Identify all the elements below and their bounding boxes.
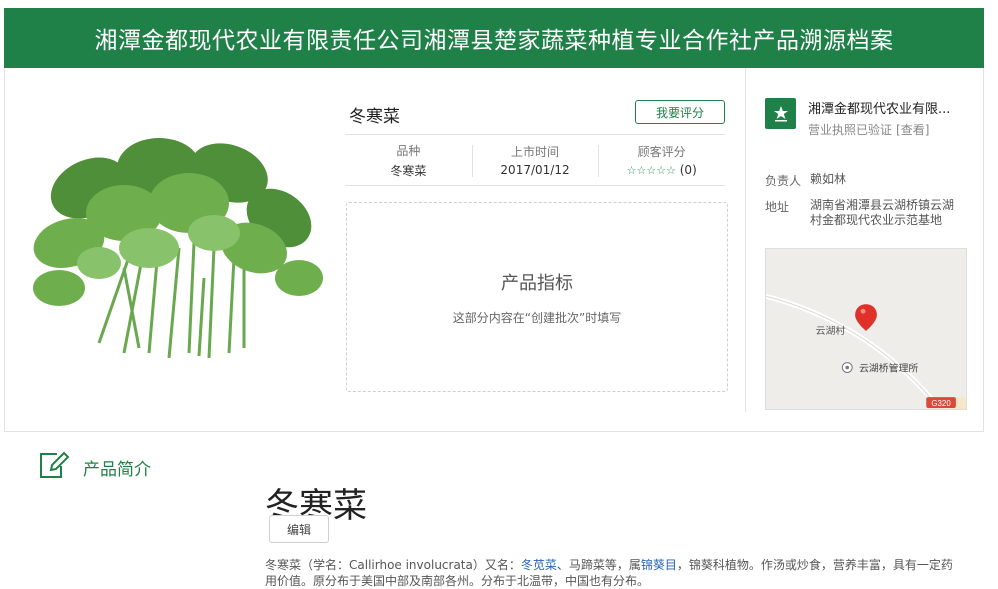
rating-value: ☆☆☆☆☆ (0) (627, 163, 697, 177)
vertical-divider (745, 68, 746, 412)
product-info-row: 品种 冬寒菜 上市时间 2017/01/12 顾客评分 ☆☆☆☆☆ (0) (345, 134, 725, 186)
link-malvales[interactable]: 锦葵目 (641, 558, 677, 572)
company-name[interactable]: 湘潭金都现代农业有限... (808, 98, 968, 117)
address-label: 地址 (765, 200, 790, 214)
intro-description: 冬寒菜（学名：Callirhoe involucrata）又名：冬苋菜、马蹄菜等… (265, 557, 955, 589)
product-name: 冬寒菜 (349, 107, 400, 127)
manager-row: 负责人 赖如林 (765, 172, 960, 189)
product-intro-section: 产品简介 冬寒菜 编辑 冬寒菜（学名：Callirhoe involucrata… (0, 432, 998, 589)
link-dongxiancai[interactable]: 冬苋菜 (521, 558, 557, 572)
index-title: 产品指标 (501, 272, 573, 294)
map-office-label: 云湖桥管理所 (859, 361, 918, 374)
rate-button[interactable]: 我要评分 (635, 100, 725, 124)
address-value: 湖南省湘潭县云湖桥镇云湖村金都现代农业示范基地 (810, 198, 955, 227)
variety-value: 冬寒菜 (390, 163, 427, 178)
launch-date-label: 上市时间 (511, 145, 560, 159)
view-license-link[interactable]: [查看] (896, 123, 929, 137)
variety-label: 品种 (396, 143, 421, 158)
location-map[interactable]: G320 云湖村 云湖桥管理所 (765, 248, 967, 410)
map-village-label: 云湖村 (816, 324, 846, 337)
manager-value: 赖如林 (810, 172, 847, 186)
product-card: 冬寒菜 我要评分 品种 冬寒菜 上市时间 2017/01/12 顾客评分 ☆☆☆… (4, 68, 984, 432)
rating-field: 顾客评分 ☆☆☆☆☆ (0) (598, 135, 725, 185)
rating-count: (0) (679, 163, 697, 177)
star-badge-icon (765, 98, 796, 129)
rating-stars-icon[interactable]: ☆☆☆☆☆ (627, 164, 676, 177)
page-title: 湘潭金都现代农业有限责任公司湘潭县楚家蔬菜种植专业合作社产品溯源档案 (94, 28, 894, 54)
license-status: 营业执照已验证 [查看] (808, 121, 968, 138)
index-description: 这部分内容在“创建批次”时填写 (452, 310, 622, 325)
license-verified-text: 营业执照已验证 (808, 123, 893, 137)
intro-section-title: 产品简介 (83, 460, 151, 480)
address-row: 地址 湖南省湘潭县云湖桥镇云湖村金都现代农业示范基地 (765, 198, 960, 228)
rating-label: 顾客评分 (637, 145, 686, 159)
launch-date-field: 上市时间 2017/01/12 (471, 135, 599, 185)
manager-label: 负责人 (765, 174, 802, 188)
desc-text-2: 、马蹄菜等，属 (556, 558, 641, 572)
company-info: 湘潭金都现代农业有限... 营业执照已验证 [查看] (765, 98, 970, 138)
edit-note-icon (40, 451, 69, 478)
product-image (33, 138, 323, 359)
launch-date-value: 2017/01/12 (500, 163, 570, 177)
desc-text-1: 冬寒菜（学名：Callirhoe involucrata）又名： (265, 558, 521, 572)
product-index-box: 产品指标 这部分内容在“创建批次”时填写 (346, 202, 728, 392)
map-road-label: G320 (931, 399, 951, 408)
edit-button[interactable]: 编辑 (269, 515, 329, 543)
page-header: 湘潭金都现代农业有限责任公司湘潭县楚家蔬菜种植专业合作社产品溯源档案 (4, 8, 984, 68)
variety-field: 品种 冬寒菜 (345, 135, 472, 185)
